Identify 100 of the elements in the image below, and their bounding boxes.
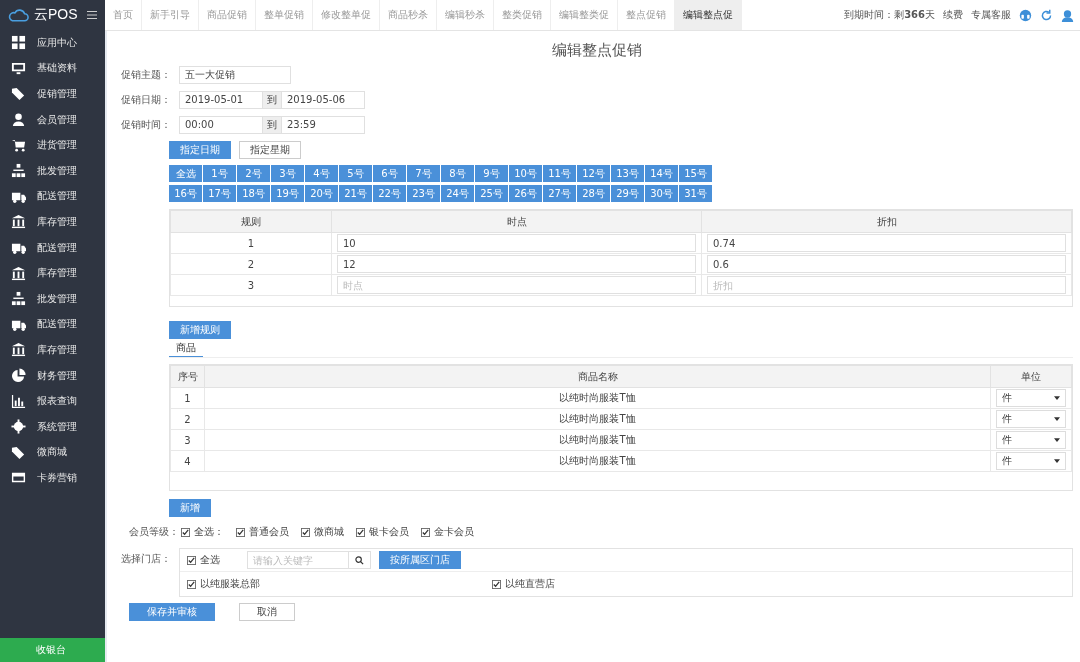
day-button[interactable]: 6号 [373, 165, 407, 182]
day-button[interactable]: 26号 [509, 185, 543, 202]
discount-field[interactable]: 0.74 [707, 234, 1066, 252]
mode-button[interactable]: 指定星期 [239, 141, 301, 159]
day-button[interactable]: 全选 [169, 165, 203, 182]
sidebar-item[interactable]: 促销管理 [0, 81, 105, 107]
day-button[interactable]: 24号 [441, 185, 475, 202]
sidebar-item[interactable]: 库存管理 [0, 260, 105, 286]
checkbox[interactable] [236, 527, 245, 537]
day-button[interactable]: 15号 [679, 165, 713, 182]
checkbox[interactable] [492, 579, 501, 589]
time-field[interactable]: 10 [337, 234, 696, 252]
sidebar-item[interactable]: 卡券营销 [0, 465, 105, 491]
day-button[interactable]: 18号 [237, 185, 271, 202]
mode-button[interactable]: 指定日期 [169, 141, 231, 159]
discount-field[interactable]: 折扣 [707, 276, 1066, 294]
day-button[interactable]: 13号 [611, 165, 645, 182]
add-button[interactable]: 新增 [169, 499, 211, 517]
day-button[interactable]: 21号 [339, 185, 373, 202]
day-button[interactable]: 17号 [203, 185, 237, 202]
column-header: 单位 [990, 365, 1072, 388]
sidebar-item[interactable]: 财务管理 [0, 362, 105, 389]
day-button[interactable]: 19号 [271, 185, 305, 202]
checkbox[interactable] [181, 527, 190, 537]
day-button[interactable]: 10号 [509, 165, 543, 182]
time-field[interactable]: 时点 [337, 276, 696, 294]
refresh-icon[interactable] [1040, 8, 1053, 22]
expiry-text: 到期时间：剩366天 [844, 8, 935, 22]
day-button[interactable]: 7号 [407, 165, 441, 182]
renew-link[interactable]: 续费 [943, 8, 963, 22]
checkbox[interactable] [187, 555, 196, 565]
discount-field[interactable]: 0.6 [707, 255, 1066, 273]
day-button[interactable]: 16号 [169, 185, 203, 202]
checkbox-label: 金卡会员 [434, 525, 474, 539]
day-button[interactable]: 29号 [611, 185, 645, 202]
headset-icon[interactable] [1019, 8, 1032, 22]
start-time-field[interactable]: 00:00 [179, 115, 263, 134]
end-date-field[interactable]: 2019-05-06 [281, 90, 365, 109]
user-icon[interactable] [1061, 8, 1074, 22]
checkbox-label: 银卡会员 [369, 525, 409, 539]
app-logo: 云POS [33, 6, 78, 24]
page-tab[interactable]: 编辑整点促 [675, 0, 742, 30]
checkbox[interactable] [421, 527, 430, 537]
day-button[interactable]: 4号 [305, 165, 339, 182]
unit-dropdown[interactable]: 件 [996, 431, 1066, 449]
cancel-button[interactable]: 取消 [239, 603, 295, 621]
unit-dropdown[interactable]: 件 [996, 389, 1066, 407]
time-field[interactable]: 12 [337, 255, 696, 273]
day-button[interactable]: 20号 [305, 185, 339, 202]
theme-field[interactable]: 五一大促销 [179, 65, 291, 84]
day-button[interactable]: 27号 [543, 185, 577, 202]
table-cell: 1 [170, 387, 205, 409]
cashier-button[interactable]: 收银台 [0, 638, 105, 662]
day-button[interactable]: 23号 [407, 185, 441, 202]
sidebar-item[interactable]: 配送管理 [0, 183, 105, 210]
field-label: 促销主题： [121, 67, 172, 82]
add-rule-button[interactable]: 新增规则 [169, 321, 231, 339]
sidebar-item[interactable]: 配送管理 [0, 234, 105, 261]
sidebar-item[interactable]: 配送管理 [0, 311, 105, 338]
sidebar-item[interactable]: 微商城 [0, 439, 105, 466]
sidebar-item[interactable]: 进货管理 [0, 132, 105, 158]
service-link[interactable]: 专属客服 [971, 8, 1011, 22]
day-button[interactable]: 12号 [577, 165, 611, 182]
goods-tab[interactable]: 商品 [169, 341, 203, 357]
day-button[interactable]: 25号 [475, 185, 509, 202]
checkbox[interactable] [187, 579, 196, 589]
day-button[interactable]: 3号 [271, 165, 305, 182]
sidebar-item[interactable]: 报表查询 [0, 388, 105, 414]
filter-button[interactable]: 按所属区门店 [379, 551, 461, 569]
search-icon[interactable] [355, 555, 364, 565]
unit-dropdown[interactable]: 件 [996, 410, 1066, 428]
day-button[interactable]: 9号 [475, 165, 509, 182]
day-button[interactable]: 1号 [203, 165, 237, 182]
day-button[interactable]: 11号 [543, 165, 577, 182]
checkbox[interactable] [356, 527, 365, 537]
day-button[interactable]: 22号 [373, 185, 407, 202]
start-date-field[interactable]: 2019-05-01 [179, 90, 263, 109]
checkbox-label: 全选： [194, 525, 224, 539]
checkbox[interactable] [301, 527, 310, 537]
sidebar-item[interactable]: 应用中心 [0, 30, 105, 56]
day-button[interactable]: 8号 [441, 165, 475, 182]
tree-icon [11, 291, 26, 307]
day-button[interactable]: 14号 [645, 165, 679, 182]
sidebar-item[interactable]: 库存管理 [0, 209, 105, 235]
search-field[interactable]: 请输入关键字 [247, 551, 349, 569]
sidebar-item[interactable]: 批发管理 [0, 157, 105, 184]
save-button[interactable]: 保存并审核 [129, 603, 215, 621]
menu-icon[interactable] [86, 10, 97, 20]
unit-dropdown[interactable]: 件 [996, 452, 1066, 470]
day-button[interactable]: 30号 [645, 185, 679, 202]
sidebar-item[interactable]: 库存管理 [0, 337, 105, 363]
sidebar-item[interactable]: 基础资料 [0, 55, 105, 82]
sidebar-item[interactable]: 批发管理 [0, 285, 105, 312]
sidebar-item[interactable]: 会员管理 [0, 106, 105, 133]
end-time-field[interactable]: 23:59 [281, 115, 365, 134]
day-button[interactable]: 5号 [339, 165, 373, 182]
day-button[interactable]: 31号 [679, 185, 713, 202]
day-button[interactable]: 28号 [577, 185, 611, 202]
sidebar-item[interactable]: 系统管理 [0, 413, 105, 440]
day-button[interactable]: 2号 [237, 165, 271, 182]
